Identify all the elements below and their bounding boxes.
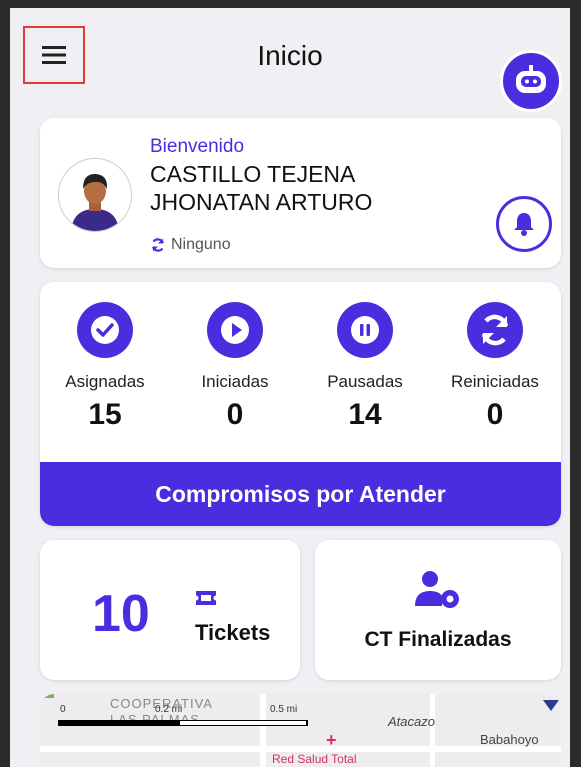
tickets-card[interactable]: 10 Tickets bbox=[40, 540, 300, 680]
app-bar: Inicio bbox=[10, 8, 570, 112]
map-view[interactable]: COOPERATIVA LAS PALMAS 0 0.2 mi 0.5 mi A… bbox=[40, 694, 561, 767]
map-label: Red Salud Total bbox=[272, 752, 357, 766]
stats-card: Asignadas 15 Iniciadas 0 Pausadas 14 Rei… bbox=[40, 282, 561, 526]
scale-label: 0.5 mi bbox=[270, 704, 298, 715]
sync-icon bbox=[151, 238, 165, 252]
map-pin-icon bbox=[543, 700, 559, 711]
check-circle-icon bbox=[77, 302, 133, 358]
stat-label: Reiniciadas bbox=[451, 372, 539, 391]
welcome-label: Bienvenido bbox=[150, 136, 245, 157]
ticket-icon bbox=[196, 591, 216, 605]
stat-iniciadas[interactable]: Iniciadas 0 bbox=[175, 302, 295, 432]
pause-circle-icon bbox=[337, 302, 393, 358]
hospital-marker-icon: + bbox=[326, 730, 337, 750]
stat-reiniciadas[interactable]: Reiniciadas 0 bbox=[435, 302, 555, 432]
robot-icon bbox=[516, 65, 546, 93]
notifications-button[interactable] bbox=[496, 196, 552, 252]
user-status-text: Ninguno bbox=[171, 236, 231, 253]
stat-pausadas[interactable]: Pausadas 14 bbox=[305, 302, 425, 432]
user-gear-icon bbox=[415, 571, 459, 608]
stat-label: Asignadas bbox=[65, 372, 145, 391]
stat-label: Iniciadas bbox=[201, 372, 269, 391]
welcome-card: Bienvenido CASTILLO TEJENA JHONATAN ARTU… bbox=[40, 118, 561, 268]
user-status: Ninguno bbox=[150, 236, 231, 254]
stat-value: 0 bbox=[226, 398, 244, 431]
ct-finalizadas-card[interactable]: CT Finalizadas bbox=[315, 540, 561, 680]
avatar bbox=[58, 158, 132, 232]
stat-asignadas[interactable]: Asignadas 15 bbox=[45, 302, 165, 432]
assistant-button[interactable] bbox=[500, 50, 562, 112]
tickets-label: Tickets bbox=[195, 620, 271, 645]
app-screen: Inicio Bienvenido CASTILLO TEJENA JHONAT… bbox=[10, 8, 570, 767]
stat-label: Pausadas bbox=[327, 372, 403, 391]
user-name: CASTILLO TEJENA JHONATAN ARTURO bbox=[150, 161, 373, 215]
compromisos-button[interactable]: Compromisos por Atender bbox=[40, 462, 561, 526]
map-label: Babahoyo bbox=[480, 732, 539, 747]
ct-finalizadas-label: CT Finalizadas bbox=[364, 628, 512, 651]
stat-value: 14 bbox=[348, 398, 382, 431]
stat-value: 15 bbox=[88, 398, 122, 431]
scale-label: 0.2 mi bbox=[155, 704, 183, 715]
stat-value: 0 bbox=[486, 398, 504, 431]
bell-icon bbox=[514, 213, 534, 236]
scale-label: 0 bbox=[60, 704, 66, 715]
play-circle-icon bbox=[207, 302, 263, 358]
tickets-count: 10 bbox=[92, 585, 150, 643]
sync-icon bbox=[467, 302, 523, 358]
page-title: Inicio bbox=[257, 40, 323, 71]
map-label: Atacazo bbox=[388, 714, 435, 729]
